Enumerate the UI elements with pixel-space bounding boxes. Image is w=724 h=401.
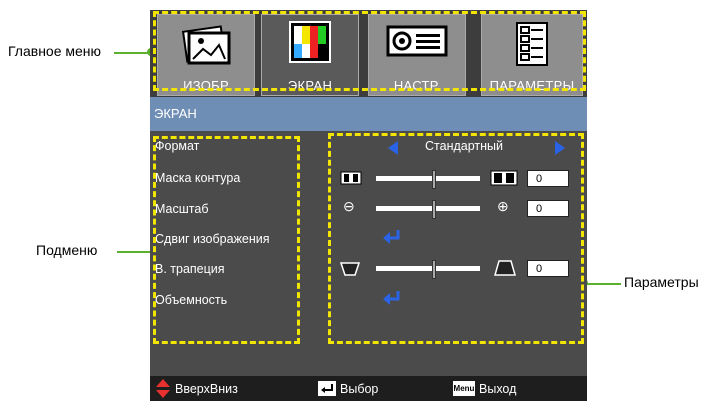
menu-key-icon: Menu [453,381,475,396]
callout-parameters-line [585,283,621,285]
footer-select-label: Выбор [340,382,379,396]
footer-exit-label: Выход [479,382,517,396]
highlight-submenu [153,136,300,344]
enter-key-icon [318,381,336,396]
section-title-bar: ЭКРАН [150,97,587,131]
callout-submenu-label: Подменю [36,242,98,258]
callout-parameters-label: Параметры [624,274,699,290]
section-title: ЭКРАН [154,106,197,121]
footer-updown-label: ВверхВниз [175,382,238,396]
callout-main-menu-label: Главное меню [8,43,102,59]
up-down-arrows-icon [156,379,170,398]
highlight-main-menu [153,11,586,91]
highlight-parameters [328,133,584,344]
footer-bar: ВверхВниз Выбор Menu Выход [150,376,587,401]
